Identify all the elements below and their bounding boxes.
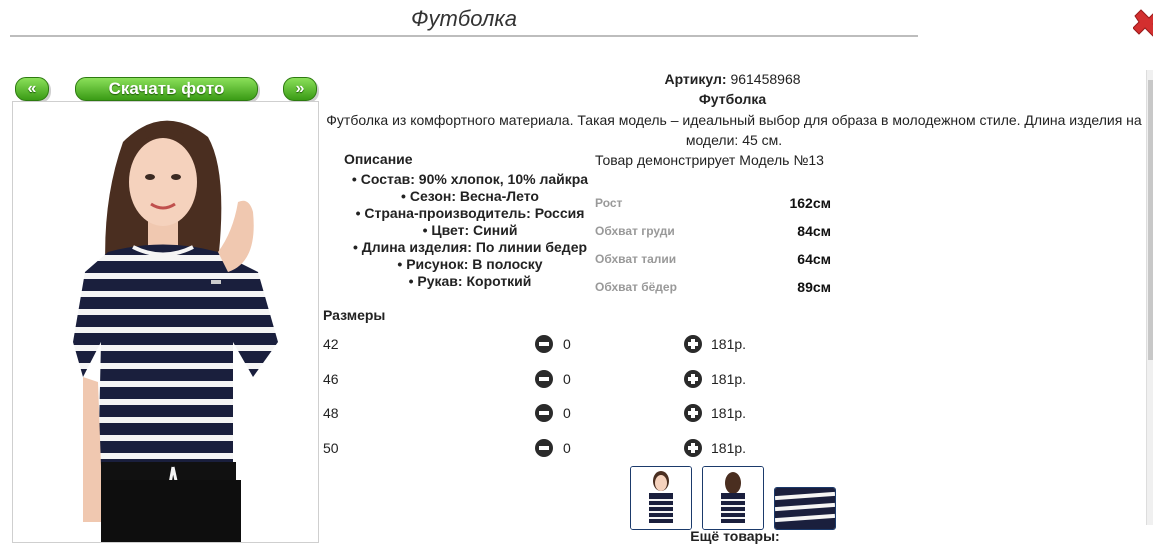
thumbnail-front-image bbox=[631, 467, 691, 529]
specs-heading: Описание bbox=[344, 151, 413, 167]
thumbnail-back-image bbox=[703, 467, 763, 529]
decrease-qty-button[interactable] bbox=[535, 335, 553, 353]
increase-qty-button[interactable] bbox=[684, 439, 702, 457]
spec-item: Состав: 90% хлопок, 10% лайкра bbox=[330, 171, 610, 188]
spec-item: Сезон: Весна-Лето bbox=[330, 188, 610, 205]
close-icon bbox=[1132, 9, 1153, 37]
spec-item: Страна-производитель: Россия bbox=[330, 205, 610, 222]
decrease-qty-button[interactable] bbox=[535, 370, 553, 388]
model-photo-image bbox=[13, 102, 318, 542]
size-label: 50 bbox=[323, 440, 339, 456]
measurement-value: 162см bbox=[789, 195, 831, 211]
spec-item: Длина изделия: По линии бедер bbox=[330, 239, 610, 256]
size-row: 48 0 181р. bbox=[323, 403, 783, 423]
spec-item: Цвет: Синий bbox=[330, 222, 610, 239]
measurement-row: Обхват бёдер 89см bbox=[595, 277, 831, 297]
spec-item: Рукав: Короткий bbox=[330, 273, 610, 290]
qty-value: 0 bbox=[563, 440, 571, 456]
measurement-label: Обхват груди bbox=[595, 224, 675, 238]
decrease-qty-button[interactable] bbox=[535, 439, 553, 457]
size-label: 46 bbox=[323, 371, 339, 387]
next-photo-button[interactable]: » bbox=[283, 77, 317, 101]
more-products-label: Ещё товары: bbox=[690, 528, 780, 544]
spec-item: Рисунок: В полоску bbox=[330, 256, 610, 273]
specs-list: Состав: 90% хлопок, 10% лайкра Сезон: Ве… bbox=[330, 171, 610, 290]
article-label: Артикул: bbox=[664, 71, 727, 87]
measurement-label: Обхват талии bbox=[595, 252, 677, 266]
decrease-qty-button[interactable] bbox=[535, 404, 553, 422]
thumbnail-back[interactable] bbox=[702, 466, 764, 530]
thumbnail-fabric[interactable] bbox=[774, 487, 836, 530]
measurement-value: 89см bbox=[797, 279, 831, 295]
product-photo bbox=[12, 101, 319, 543]
measurement-label: Обхват бёдер bbox=[595, 280, 677, 294]
size-price: 181р. bbox=[711, 371, 747, 387]
size-label: 48 bbox=[323, 405, 339, 421]
vertical-scrollbar[interactable] bbox=[1146, 70, 1153, 525]
qty-value: 0 bbox=[563, 371, 571, 387]
increase-qty-button[interactable] bbox=[684, 335, 702, 353]
measurement-value: 84см bbox=[797, 223, 831, 239]
size-label: 42 bbox=[323, 336, 339, 352]
measurement-row: Обхват груди 84см bbox=[595, 221, 831, 241]
article-line: Артикул: 961458968 bbox=[520, 71, 945, 87]
title-divider bbox=[10, 35, 918, 37]
size-row: 50 0 181р. bbox=[323, 438, 783, 458]
thumbnail-fabric-image bbox=[775, 488, 835, 529]
prev-photo-button[interactable]: « bbox=[15, 77, 49, 101]
size-price: 181р. bbox=[711, 405, 747, 421]
measurement-label: Рост bbox=[595, 196, 623, 210]
measurement-value: 64см bbox=[797, 251, 831, 267]
increase-qty-button[interactable] bbox=[684, 404, 702, 422]
close-button[interactable] bbox=[1132, 8, 1153, 40]
sizes-heading: Размеры bbox=[323, 307, 386, 323]
size-row: 46 0 181р. bbox=[323, 369, 783, 389]
product-description: Футболка из комфортного материала. Такая… bbox=[326, 112, 1142, 148]
size-row: 42 0 181р. bbox=[323, 334, 783, 354]
size-price: 181р. bbox=[711, 336, 747, 352]
thumbnail-front[interactable] bbox=[630, 466, 692, 530]
measurement-row: Рост 162см bbox=[595, 193, 831, 213]
product-name: Футболка bbox=[698, 91, 767, 107]
qty-value: 0 bbox=[563, 405, 571, 421]
qty-value: 0 bbox=[563, 336, 571, 352]
size-price: 181р. bbox=[711, 440, 747, 456]
measurement-row: Обхват талии 64см bbox=[595, 249, 831, 269]
page-title: Футболка bbox=[411, 6, 517, 31]
scrollbar-thumb[interactable] bbox=[1148, 80, 1153, 360]
increase-qty-button[interactable] bbox=[684, 370, 702, 388]
download-photo-button[interactable]: Скачать фото bbox=[75, 77, 258, 101]
article-value: 961458968 bbox=[730, 71, 801, 87]
model-title: Товар демонстрирует Модель №13 bbox=[595, 152, 824, 168]
